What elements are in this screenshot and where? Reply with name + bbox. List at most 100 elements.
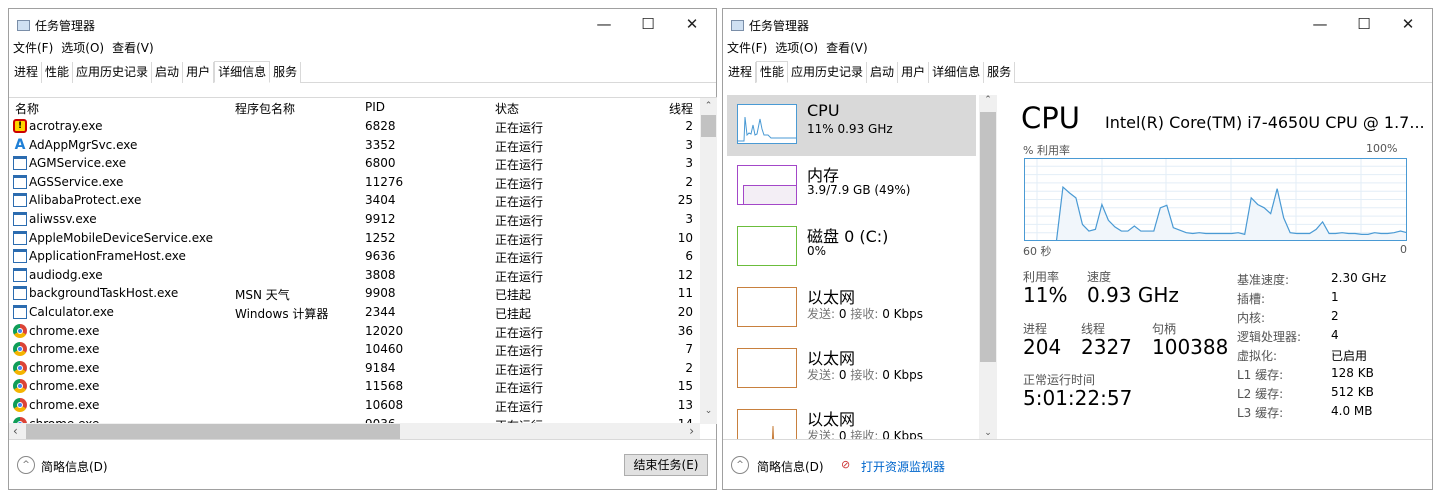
tab-users[interactable]: 用户 [898,62,930,83]
table-row[interactable]: chrome.exe 9184 正在运行 2 [9,359,699,378]
maximize-button[interactable]: ☐ [628,13,668,35]
less-details-link[interactable]: 简略信息(D) [757,458,824,475]
table-row[interactable]: AlibabaProtect.exe 3404 正在运行 25 [9,191,699,210]
sidebar-item-cpu[interactable]: CPU 11% 0.93 GHz [727,95,976,156]
scroll-down-icon[interactable]: ⌄ [979,428,997,438]
sidebar-item-memory[interactable]: 内存 3.9/7.9 GB (49%) [727,156,976,217]
tab-performance[interactable]: 性能 [42,62,74,83]
table-row[interactable]: chrome.exe 10460 正在运行 7 [9,340,699,359]
graph-max: 100% [1366,142,1398,155]
acrobat-icon: ! [13,119,27,133]
tab-processes[interactable]: 进程 [725,62,757,83]
minimize-button[interactable]: — [584,13,624,35]
sidebar-item-ethernet[interactable]: 以太网 发送: 0 接收: 0 Kbps [727,400,976,440]
status: 正在运行 [495,381,544,396]
table-row[interactable]: chrome.exe 12020 正在运行 36 [9,322,699,341]
process-name: backgroundTaskHost.exe [29,286,179,301]
task-manager-icon [731,19,744,31]
tab-services[interactable]: 服务 [270,62,302,83]
table-row[interactable]: aliwssv.exe 9912 正在运行 3 [9,210,699,229]
table-row[interactable]: A AdAppMgrSvc.exe 3352 正在运行 3 [9,136,699,155]
tab-startup[interactable]: 启动 [867,62,899,83]
col-pid[interactable]: PID [365,100,385,114]
table-row[interactable]: audiodg.exe 3808 正在运行 12 [9,266,699,285]
ethernet-thumbnail [737,287,797,327]
tab-services[interactable]: 服务 [984,62,1016,83]
window-title: 任务管理器 [749,18,810,33]
table-row[interactable]: chrome.exe 10608 正在运行 13 [9,396,699,415]
cpu-model: Intel(R) Core(TM) i7-4650U CPU @ 1.7... [1105,113,1425,132]
spec-value: 已启用 [1331,349,1368,363]
tab-app-history[interactable]: 应用历史记录 [788,62,868,83]
scroll-up-icon[interactable]: ⌃ [979,95,997,112]
col-name[interactable]: 名称 [15,100,39,117]
spec-label: 逻辑处理器: [1237,330,1302,344]
process-name: AGMService.exe [29,156,127,171]
horizontal-scrollbar[interactable]: ‹ › [9,423,700,440]
pid: 6800 [365,156,396,171]
tab-processes[interactable]: 进程 [11,62,43,83]
table-row[interactable]: ! acrotray.exe 6828 正在运行 2 [9,117,699,136]
table-row[interactable]: backgroundTaskHost.exe MSN 天气 9908 已挂起 11 [9,284,699,303]
scroll-thumb[interactable] [980,112,996,362]
scroll-right-icon[interactable]: › [689,424,694,438]
chevron-up-icon[interactable]: ^ [731,456,749,474]
less-details-link[interactable]: 简略信息(D) [41,458,108,475]
tab-startup[interactable]: 启动 [152,62,184,83]
thread-count: 20 [677,305,693,319]
h-scroll-thumb[interactable] [26,424,400,439]
app-window-icon [13,249,27,264]
chrome-icon [13,379,27,394]
sidebar-item-ethernet[interactable]: 以太网 发送: 0 接收: 0 Kbps [727,278,976,339]
vertical-scrollbar[interactable]: ⌃ ⌄ [700,98,717,424]
tab-app-history[interactable]: 应用历史记录 [73,62,153,83]
tab-performance[interactable]: 性能 [756,61,789,83]
app-window-icon [13,267,27,282]
pid: 9912 [365,212,396,226]
threads-value: 2327 [1081,335,1132,359]
status: 正在运行 [495,121,544,135]
table-row[interactable]: AppleMobileDeviceService.exe 1252 正在运行 10 [9,229,699,248]
open-resource-monitor-link[interactable]: 打开资源监视器 [861,458,945,475]
spec-value: 4 [1331,328,1339,342]
table-row[interactable]: ApplicationFrameHost.exe 9636 正在运行 6 [9,247,699,266]
thread-count: 15 [677,379,693,394]
process-name: chrome.exe [29,398,100,412]
col-threads[interactable]: 线程 [669,100,693,117]
scroll-up-icon[interactable]: ⌃ [700,98,717,115]
table-row[interactable]: AGMService.exe 6800 正在运行 3 [9,154,699,173]
close-button[interactable]: ✕ [672,13,712,35]
menu-options[interactable]: 选项(O) [61,39,104,56]
maximize-button[interactable]: ☐ [1344,13,1384,35]
sidebar-item-ethernet[interactable]: 以太网 发送: 0 接收: 0 Kbps [727,339,976,400]
minimize-button[interactable]: — [1300,13,1340,35]
col-package[interactable]: 程序包名称 [235,100,295,117]
table-row[interactable]: chrome.exe 11568 正在运行 15 [9,377,699,396]
thread-count: 36 [677,323,693,338]
scroll-down-icon[interactable]: ⌄ [700,406,717,416]
menu-bar: 文件(F) 选项(O) 查看(V) [727,39,868,56]
scroll-left-icon[interactable]: ‹ [13,424,18,438]
tab-details[interactable]: 详细信息 [214,61,271,83]
tab-details[interactable]: 详细信息 [929,62,985,83]
process-name: ApplicationFrameHost.exe [29,249,186,264]
menu-view[interactable]: 查看(V) [826,39,868,56]
menu-file[interactable]: 文件(F) [727,39,767,56]
close-button[interactable]: ✕ [1388,13,1428,35]
scroll-thumb[interactable] [701,115,716,137]
sidebar-scrollbar[interactable]: ⌃ ⌄ [979,95,997,440]
col-status[interactable]: 状态 [495,100,519,117]
chevron-up-icon[interactable]: ^ [17,456,35,474]
status: 正在运行 [495,344,544,359]
table-row[interactable]: AGSService.exe 11276 正在运行 2 [9,173,699,192]
menu-file[interactable]: 文件(F) [13,39,53,56]
menu-options[interactable]: 选项(O) [775,39,818,56]
end-task-button[interactable]: 结束任务(E) [624,454,708,476]
tab-users[interactable]: 用户 [183,62,215,83]
sidebar-item-disk[interactable]: 磁盘 0 (C:) 0% [727,217,976,278]
pid: 9908 [365,286,396,301]
status: 正在运行 [495,251,544,266]
menu-view[interactable]: 查看(V) [112,39,154,56]
pid: 11568 [365,379,404,394]
table-row[interactable]: Calculator.exe Windows 计算器 2344 已挂起 20 [9,303,699,322]
